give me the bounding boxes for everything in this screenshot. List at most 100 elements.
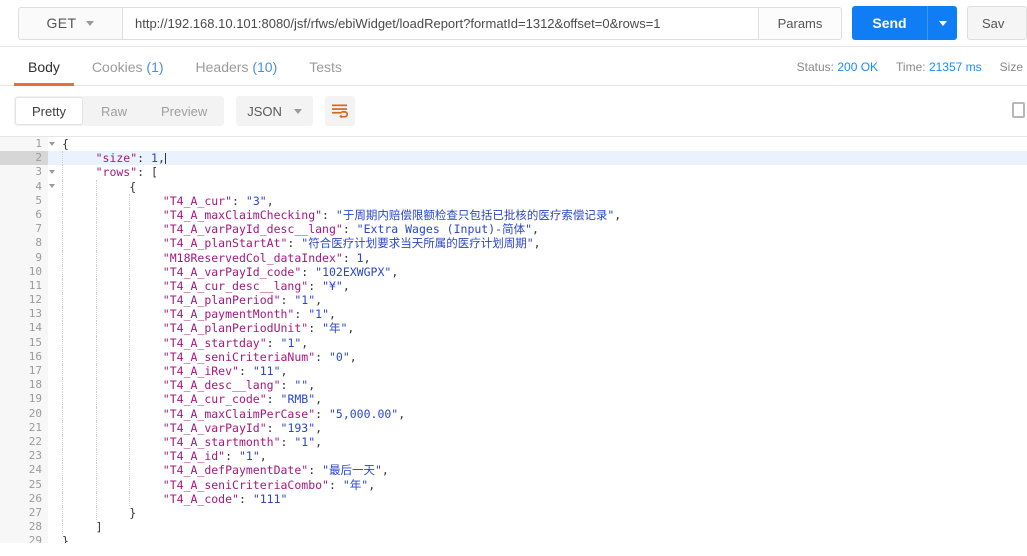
code-text: "T4_A_maxClaimChecking": "于周期内赔偿限额检查只包括已…: [162, 207, 622, 222]
indent-guide: [62, 250, 63, 265]
view-mode-raw[interactable]: Raw: [84, 96, 144, 126]
line-number: 14: [0, 321, 48, 336]
save-button[interactable]: Sav: [967, 6, 1027, 40]
indent-guide: [62, 463, 63, 478]
json-response-viewer[interactable]: 1{2 "size": 1, 3 "rows": [4{5 "T4_A_cur": "3…: [0, 136, 1027, 543]
indent-guide: [95, 505, 97, 521]
code-text: "T4_A_planStartAt": "符合医疗计划要求当天所属的医疗计划周期…: [162, 236, 541, 251]
code-line-content: "T4_A_planPeriod": "1",: [48, 293, 1027, 308]
code-line: 13 "T4_A_paymentMonth": "1",: [0, 307, 1027, 322]
send-options-button[interactable]: [927, 6, 957, 40]
code-line-content: "T4_A_iRev": "11",: [48, 364, 1027, 379]
code-line-content: "T4_A_defPaymentDate": "最后一天",: [48, 463, 1027, 478]
code-text: "T4_A_startday": "1",: [162, 335, 309, 350]
indent-guide: [95, 406, 97, 421]
code-line: 8 "T4_A_planStartAt": "符合医疗计划要求当天所属的医疗计划周…: [0, 236, 1027, 251]
indent-guide: [129, 278, 131, 294]
code-line: 3 "rows": [: [0, 165, 1027, 180]
code-text: "M18ReservedCol_dataIndex": 1,: [162, 250, 371, 265]
indent-guide: [62, 321, 63, 336]
line-number: 13: [0, 307, 48, 322]
code-line: 14 "T4_A_planPeriodUnit": "年",: [0, 321, 1027, 336]
tab-cookies[interactable]: Cookies (1): [76, 60, 180, 85]
tab-body[interactable]: Body: [12, 60, 76, 86]
code-line: 1{: [0, 137, 1027, 152]
code-line: 17 "T4_A_iRev": "11",: [0, 364, 1027, 379]
line-number: 11: [0, 278, 48, 294]
line-number: 4: [0, 179, 55, 194]
code-line: 26 "T4_A_code": "111": [0, 491, 1027, 506]
indent-guide: [62, 392, 63, 407]
time-label: Time:: [896, 60, 926, 74]
tab-tests[interactable]: Tests: [293, 60, 358, 85]
indent-guide: [129, 250, 131, 265]
line-number: 12: [0, 293, 48, 308]
code-line: 18 "T4_A_desc__lang": "",: [0, 378, 1027, 393]
indent-guide: [62, 434, 63, 450]
line-number: 16: [0, 349, 48, 364]
language-selector[interactable]: JSON: [236, 96, 313, 126]
code-text: "T4_A_id": "1",: [162, 449, 267, 464]
code-text: "T4_A_desc__lang": "",: [162, 378, 316, 393]
indent-guide: [95, 434, 97, 450]
line-number: 20: [0, 406, 48, 421]
view-mode-preview[interactable]: Preview: [144, 96, 224, 126]
indent-guide: [62, 236, 63, 251]
code-line: 6 "T4_A_maxClaimChecking": "于周期内赔偿限额检查只包括…: [0, 207, 1027, 223]
code-text: "T4_A_defPaymentDate": "最后一天",: [162, 463, 389, 478]
indent-guide: [62, 278, 63, 294]
code-line: 10 "T4_A_varPayId_code": "102EXWGPX",: [0, 264, 1027, 279]
indent-guide: [62, 193, 63, 208]
indent-guide: [95, 222, 97, 237]
line-number: 18: [0, 378, 48, 393]
code-text: "rows": [: [95, 165, 158, 180]
indent-guide: [95, 236, 97, 251]
status-value: 200 OK: [837, 60, 879, 74]
url-input[interactable]: http://192.168.10.101:8080/jsf/rfws/ebiW…: [122, 6, 758, 40]
indent-guide: [62, 222, 63, 237]
chevron-down-icon: [86, 20, 95, 26]
code-line-content: "T4_A_varPayId": "193",: [48, 420, 1027, 435]
indent-guide: [62, 449, 63, 464]
indent-guide: [62, 420, 63, 435]
code-line: 27}: [0, 505, 1027, 521]
code-text: "T4_A_planPeriod": "1",: [162, 293, 323, 308]
indent-guide: [62, 207, 63, 223]
params-button[interactable]: Params: [758, 6, 842, 40]
copy-icon[interactable]: [1012, 102, 1025, 118]
indent-guide: [129, 307, 131, 322]
indent-guide: [129, 406, 131, 421]
code-text: "T4_A_iRev": "11",: [162, 364, 288, 378]
code-line-content: "rows": [: [48, 165, 1027, 180]
word-wrap-button[interactable]: [324, 96, 355, 126]
tab-cookies-label: Cookies: [91, 59, 143, 75]
code-line-content: "T4_A_startday": "1",: [48, 335, 1027, 350]
indent-guide: [62, 378, 63, 393]
code-line: 23 "T4_A_id": "1",: [0, 449, 1027, 464]
code-text: ]: [95, 520, 103, 535]
code-line-content: "T4_A_id": "1",: [48, 449, 1027, 464]
indent-guide: [129, 378, 131, 393]
send-button[interactable]: Send: [852, 6, 927, 40]
view-mode-pretty[interactable]: Pretty: [15, 97, 83, 125]
line-number: 5: [0, 193, 48, 208]
indent-guide: [95, 335, 97, 350]
text-cursor: [164, 153, 166, 165]
indent-guide: [62, 179, 63, 194]
code-text: {: [62, 137, 69, 151]
indent-guide: [95, 378, 97, 393]
chevron-down-icon: [293, 108, 302, 114]
indent-guide: [95, 193, 97, 208]
indent-guide: [95, 392, 97, 407]
http-method-selector[interactable]: GET: [18, 6, 122, 40]
code-text: "T4_A_startmonth": "1",: [162, 434, 323, 449]
code-line-content: "size": 1,: [48, 151, 1027, 166]
tab-headers[interactable]: Headers (10): [180, 60, 294, 85]
code-line-content: "M18ReservedCol_dataIndex": 1,: [48, 250, 1027, 265]
line-number: 15: [0, 335, 48, 350]
line-number: 8: [0, 236, 48, 251]
line-number: 9: [0, 250, 48, 265]
indent-guide: [129, 463, 131, 478]
code-text: "T4_A_varPayId_code": "102EXWGPX",: [162, 264, 399, 279]
indent-guide: [62, 477, 63, 492]
